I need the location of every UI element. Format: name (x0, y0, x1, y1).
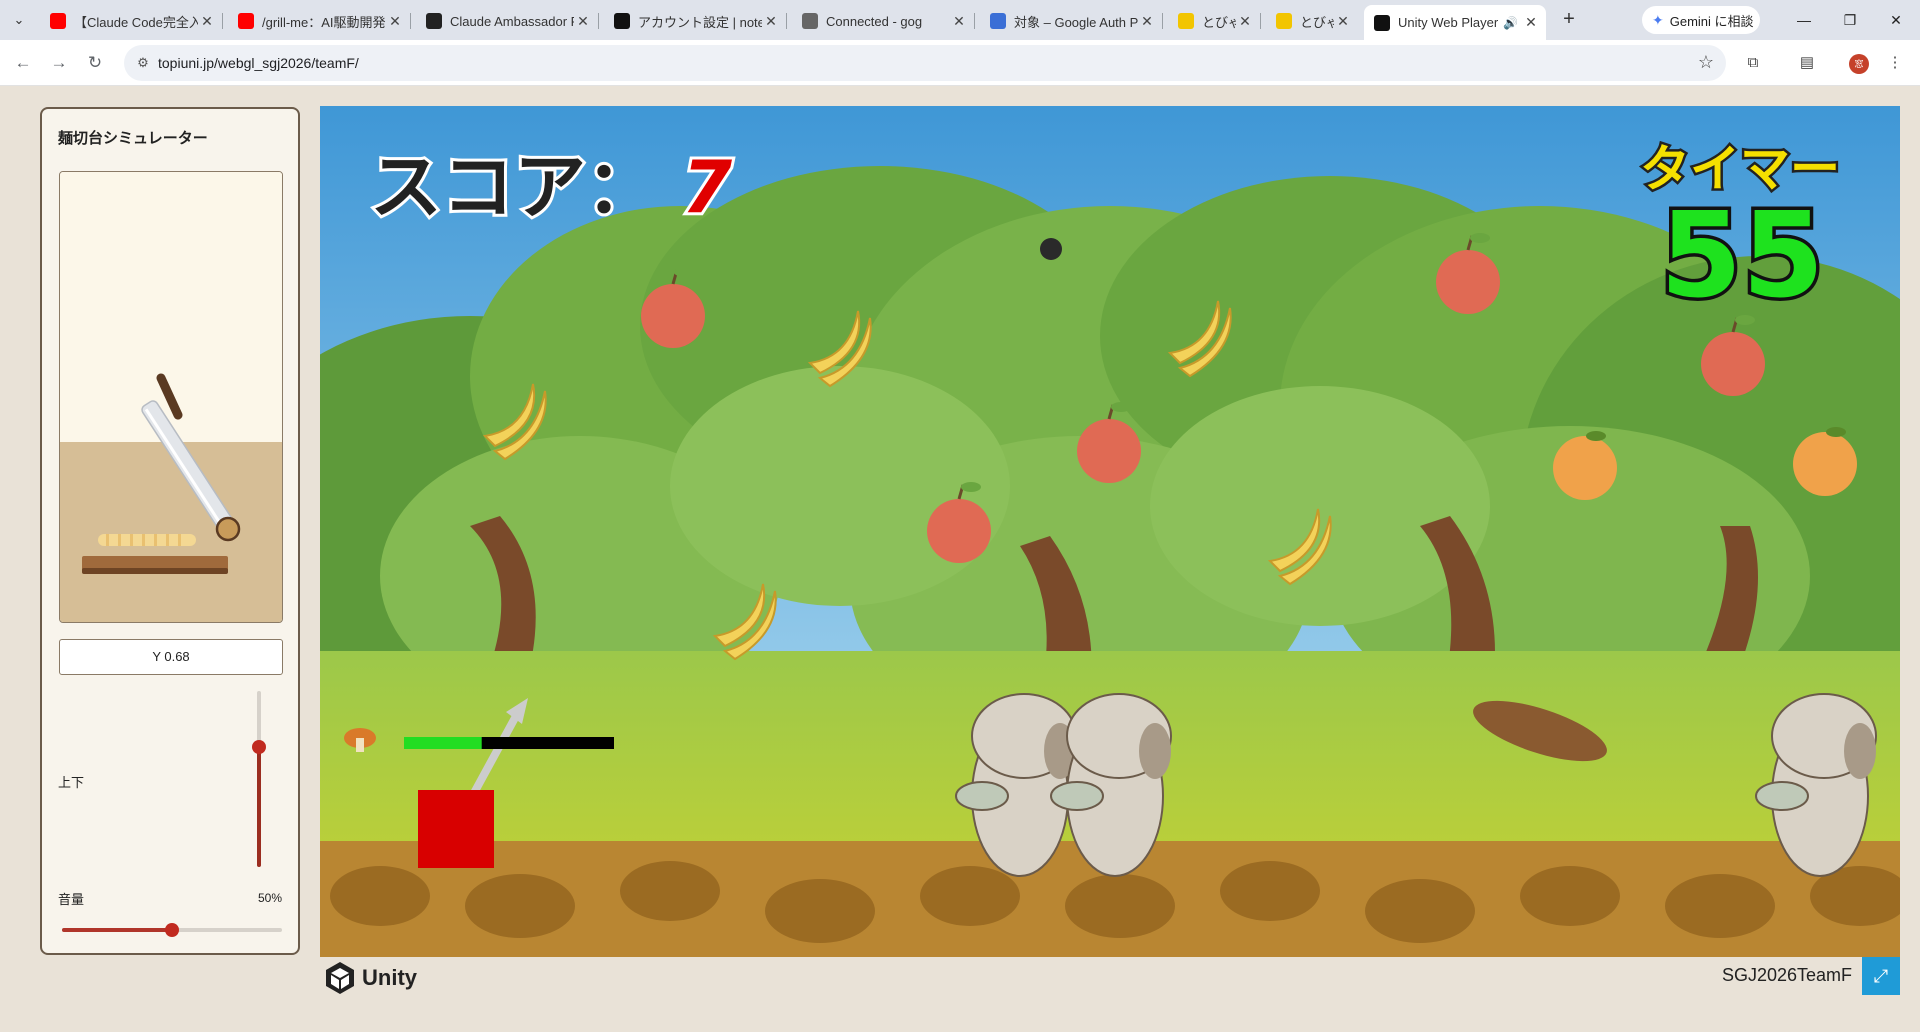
score-label: スコア： (370, 145, 658, 229)
updown-slider[interactable] (252, 691, 266, 867)
tab-title: Connected - gog (826, 13, 923, 29)
unity-logo: Unity (324, 961, 417, 995)
smiley-icon (1276, 13, 1292, 29)
tab-separator (598, 13, 599, 29)
url-text: topiuni.jp/webgl_sgj2026/teamF/ (158, 55, 359, 71)
tab-separator (410, 13, 411, 29)
close-tab-icon[interactable]: ✕ (950, 13, 968, 30)
tab-separator (1260, 13, 1261, 29)
smiley-icon (1178, 13, 1194, 29)
unity-cube-icon (326, 962, 354, 994)
close-tab-icon[interactable]: ✕ (386, 13, 404, 30)
tab-8[interactable]: とびゃ ✕ (1266, 5, 1358, 37)
extensions-icon[interactable]: ⧉ (1740, 51, 1766, 75)
minimize-button[interactable]: — (1781, 6, 1827, 34)
back-button[interactable]: ← (10, 51, 36, 75)
close-tab-icon[interactable]: ✕ (198, 13, 216, 30)
unity-canvas[interactable]: スコア： 7 タイマー 55 (320, 106, 1900, 957)
unity-footer: Unity SGJ2026TeamF ⤢ (320, 957, 1900, 1007)
menu-icon[interactable]: ⋮ (1882, 51, 1908, 75)
app-icon (426, 13, 442, 29)
score-value: 7 (682, 145, 732, 229)
reload-icon: ↻ (87, 53, 103, 72)
close-tab-icon[interactable]: ✕ (1138, 13, 1156, 30)
close-tab-icon[interactable]: ✕ (762, 13, 780, 30)
tab-5[interactable]: Connected - gog ✕ (792, 5, 975, 37)
volume-slider-fill (62, 928, 172, 932)
expand-icon: ⤢ (1873, 966, 1889, 986)
reload-button[interactable]: ↻ (82, 51, 108, 75)
browser-toolbar: ← → ↻ ⚙ topiuni.jp/webgl_sgj2026/teamF/ … (0, 40, 1920, 86)
tab-title: Claude Ambassador P (450, 13, 574, 29)
updown-label: 上下 (58, 775, 85, 790)
team-name: SGJ2026TeamF (1721, 965, 1852, 985)
forward-button[interactable]: → (46, 51, 72, 75)
tab-9[interactable]: Unity Web Player 🔊 ✕ (1364, 5, 1546, 40)
panel-title: 麺切台シミュレーター (58, 130, 208, 147)
tab-title: /grill-me：AI駆動開発 (262, 14, 386, 30)
tab-separator (974, 13, 975, 29)
arrow-left-icon: ← (14, 53, 32, 72)
tab-separator (222, 13, 223, 29)
noodle-cutter-preview (59, 171, 283, 623)
y-value-readout: Y 0.68 (59, 639, 283, 675)
profile-avatar[interactable]: 窓 (1849, 54, 1869, 74)
globe-icon (802, 13, 818, 29)
gemini-button[interactable]: ✦ Gemini に相談 (1642, 6, 1760, 34)
arrow-right-icon: → (50, 53, 68, 72)
volume-percent: 50% (257, 891, 282, 905)
tab-separator (1162, 13, 1163, 29)
fullscreen-button[interactable]: ⤢ (1862, 957, 1900, 995)
site-info-icon[interactable]: ⚙ (134, 54, 152, 72)
unity-icon (1374, 14, 1390, 31)
close-tab-icon[interactable]: ✕ (574, 13, 592, 30)
tab-6[interactable]: 対象 – Google Auth P ✕ (980, 5, 1163, 37)
tab-search-button[interactable]: ⌄ (6, 8, 32, 32)
tab-title: とびゃ (1202, 14, 1236, 30)
volume-slider-thumb[interactable] (165, 923, 179, 937)
simulator-panel: 麺切台シミュレーター Y 0.68 上下 音量 50% (40, 107, 300, 955)
tab-title: Unity Web Player (1398, 15, 1499, 30)
close-tab-icon[interactable]: ✕ (1334, 13, 1352, 30)
updown-slider-thumb[interactable] (252, 740, 266, 755)
close-tab-icon[interactable]: ✕ (1522, 14, 1540, 31)
tab-4[interactable]: アカウント設定 | note ✕ (604, 5, 787, 37)
tab-title: 【Claude Code完全入門 (74, 14, 198, 30)
note-icon (614, 13, 630, 29)
tab-separator (786, 13, 787, 29)
tab-title: アカウント設定 | note (638, 14, 762, 30)
tab-title: とびゃ (1300, 14, 1334, 30)
app-root: ⌄ 【Claude Code完全入門✕/grill-me：AI駆動開発✕Clau… (0, 0, 1920, 1032)
close-tab-icon[interactable]: ✕ (1236, 13, 1254, 30)
chevron-down-icon: ⌄ (13, 12, 25, 27)
tab-2[interactable]: /grill-me：AI駆動開発 ✕ (228, 5, 411, 37)
volume-label: 音量 (58, 892, 85, 907)
tab-3[interactable]: Claude Ambassador P ✕ (416, 5, 599, 37)
tab-strip: ⌄ 【Claude Code完全入門✕/grill-me：AI駆動開発✕Clau… (0, 0, 1920, 40)
new-tab-button[interactable]: + (1556, 8, 1582, 32)
address-bar[interactable]: ⚙ topiuni.jp/webgl_sgj2026/teamF/ ☆ (124, 45, 1726, 81)
player-block (418, 790, 494, 868)
bookmark-star-icon[interactable]: ☆ (1698, 52, 1714, 73)
gemini-icon: ✦ (1652, 11, 1664, 28)
gemini-label: Gemini に相談 (1669, 13, 1754, 29)
game-scene: スコア： 7 タイマー 55 (320, 106, 1900, 957)
youtube-icon (50, 13, 66, 29)
tab-7[interactable]: とびゃ ✕ (1168, 5, 1261, 37)
side-panel-icon[interactable]: ▤ (1794, 51, 1820, 75)
timer-value: 55 (1660, 186, 1824, 324)
restore-button[interactable]: ❐ (1827, 6, 1873, 34)
volume-slider[interactable] (62, 923, 282, 937)
speaker-icon[interactable]: 🔊 (1503, 16, 1518, 30)
updown-slider-fill (257, 747, 261, 867)
tab-title: 対象 – Google Auth P (1014, 14, 1138, 30)
shield-icon (990, 13, 1006, 29)
power-bar-fill (404, 737, 482, 749)
cutter-illustration (60, 172, 282, 622)
bomb (1040, 238, 1062, 260)
close-window-button[interactable]: ✕ (1873, 6, 1919, 34)
tab-1[interactable]: 【Claude Code完全入門✕ (40, 5, 223, 37)
unity-wordmark: Unity (362, 965, 417, 990)
youtube-icon (238, 13, 254, 29)
